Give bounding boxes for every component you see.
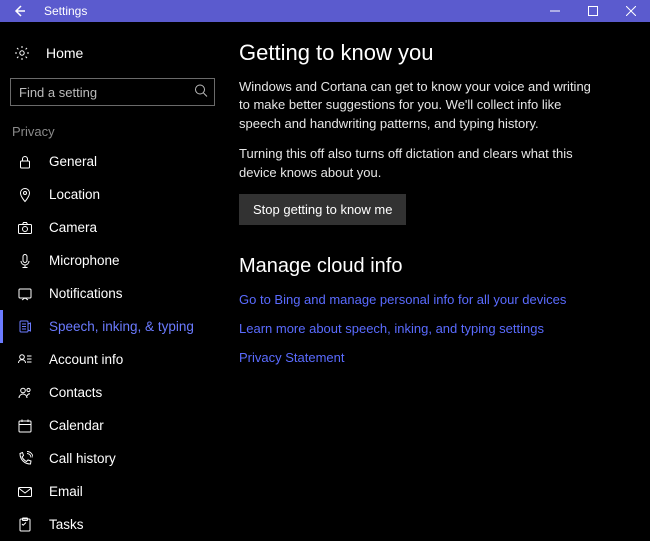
nav-item-label: Location bbox=[49, 187, 100, 202]
content-panel: Getting to know you Windows and Cortana … bbox=[225, 22, 650, 518]
camera-icon bbox=[17, 220, 33, 236]
lock-icon bbox=[17, 154, 33, 170]
nav-item-label: Notifications bbox=[49, 286, 123, 301]
back-button[interactable] bbox=[0, 0, 38, 22]
links-list: Go to Bing and manage personal info for … bbox=[239, 292, 626, 365]
heading-gtky: Getting to know you bbox=[239, 40, 626, 66]
sidebar: Home Privacy General Location Camera Microp… bbox=[0, 22, 225, 518]
nav-item-call-history[interactable]: Call history bbox=[0, 442, 225, 475]
nav-item-label: Microphone bbox=[49, 253, 120, 268]
link-1[interactable]: Learn more about speech, inking, and typ… bbox=[239, 321, 626, 336]
nav-item-label: Calendar bbox=[49, 418, 104, 433]
nav-item-microphone[interactable]: Microphone bbox=[0, 244, 225, 277]
email-icon bbox=[17, 484, 33, 500]
para-2: Turning this off also turns off dictatio… bbox=[239, 145, 599, 182]
nav-item-label: Contacts bbox=[49, 385, 102, 400]
location-icon bbox=[17, 187, 33, 203]
calendar-icon bbox=[17, 418, 33, 434]
section-label: Privacy bbox=[0, 116, 225, 145]
notification-icon bbox=[17, 286, 33, 302]
close-icon bbox=[626, 6, 636, 16]
maximize-icon bbox=[588, 6, 598, 16]
nav-item-label: General bbox=[49, 154, 97, 169]
callhistory-icon bbox=[17, 451, 33, 467]
link-0[interactable]: Go to Bing and manage personal info for … bbox=[239, 292, 626, 307]
heading-mci: Manage cloud info bbox=[239, 255, 626, 278]
nav-item-label: Speech, inking, & typing bbox=[49, 319, 194, 334]
arrow-left-icon bbox=[11, 3, 27, 19]
nav-item-label: Email bbox=[49, 484, 83, 499]
stop-getting-to-know-me-button[interactable]: Stop getting to know me bbox=[239, 194, 406, 225]
nav-item-email[interactable]: Email bbox=[0, 475, 225, 508]
minimize-button[interactable] bbox=[536, 0, 574, 22]
nav-item-tasks[interactable]: Tasks bbox=[0, 508, 225, 541]
nav-item-label: Tasks bbox=[49, 517, 84, 532]
nav-item-general[interactable]: General bbox=[0, 145, 225, 178]
para-1: Windows and Cortana can get to know your… bbox=[239, 78, 599, 133]
window-title: Settings bbox=[44, 4, 536, 18]
microphone-icon bbox=[17, 253, 33, 269]
nav-item-label: Camera bbox=[49, 220, 97, 235]
nav-item-contacts[interactable]: Contacts bbox=[0, 376, 225, 409]
nav-item-speech-inking-typing[interactable]: Speech, inking, & typing bbox=[0, 310, 225, 343]
nav-item-account-info[interactable]: Account info bbox=[0, 343, 225, 376]
nav-list: General Location Camera Microphone Notificat… bbox=[0, 145, 225, 541]
nav-item-label: Account info bbox=[49, 352, 123, 367]
titlebar: Settings bbox=[0, 0, 650, 22]
home-label: Home bbox=[46, 45, 83, 61]
search-field[interactable] bbox=[10, 78, 215, 106]
search-input[interactable] bbox=[11, 79, 214, 105]
tasks-icon bbox=[17, 517, 33, 533]
nav-item-notifications[interactable]: Notifications bbox=[0, 277, 225, 310]
account-icon bbox=[17, 352, 33, 368]
speech-icon bbox=[17, 319, 33, 335]
maximize-button[interactable] bbox=[574, 0, 612, 22]
window-controls bbox=[536, 0, 650, 22]
search-icon bbox=[194, 84, 208, 101]
home-button[interactable]: Home bbox=[0, 34, 225, 72]
nav-item-calendar[interactable]: Calendar bbox=[0, 409, 225, 442]
nav-item-camera[interactable]: Camera bbox=[0, 211, 225, 244]
link-2[interactable]: Privacy Statement bbox=[239, 350, 626, 365]
gear-icon bbox=[14, 45, 30, 61]
nav-item-label: Call history bbox=[49, 451, 116, 466]
contacts-icon bbox=[17, 385, 33, 401]
nav-item-location[interactable]: Location bbox=[0, 178, 225, 211]
minimize-icon bbox=[550, 6, 560, 16]
close-button[interactable] bbox=[612, 0, 650, 22]
